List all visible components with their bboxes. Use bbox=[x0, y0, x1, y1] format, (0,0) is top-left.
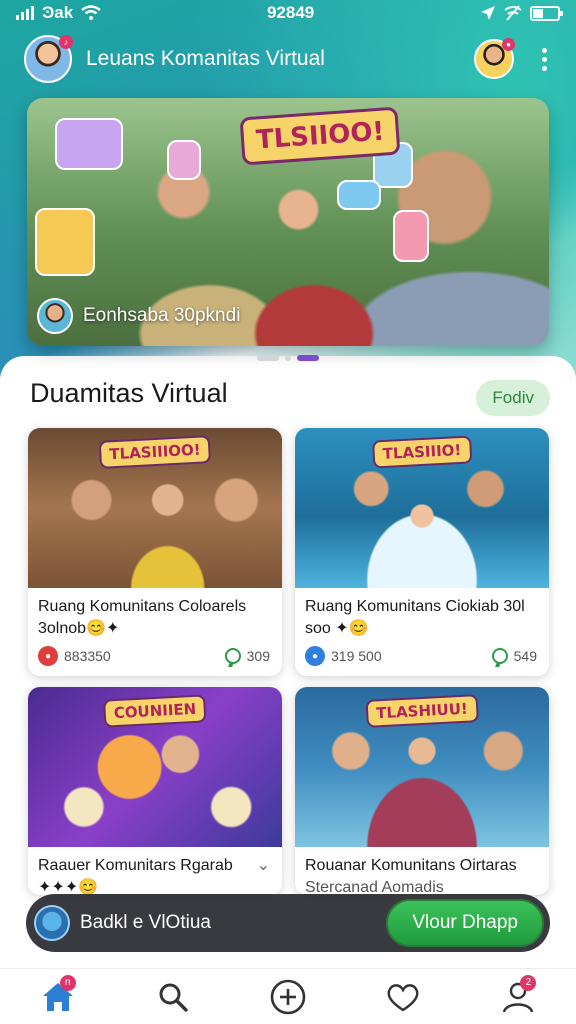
chevron-down-icon[interactable]: ⌄ bbox=[257, 847, 282, 875]
card-badge: TLASIIIOO! bbox=[98, 435, 212, 469]
carousel-dot[interactable] bbox=[285, 355, 291, 361]
comment-count: 309 bbox=[246, 648, 270, 664]
carousel-indicator bbox=[0, 355, 576, 361]
card-badge: TLASIIIO! bbox=[372, 435, 472, 469]
cartoon-sticker-icon bbox=[337, 180, 381, 210]
cta-bar: Badkl e VlOtiua Vlour Dhapp bbox=[26, 894, 550, 952]
community-card-image: TLASHIUU! bbox=[295, 687, 549, 847]
community-card-image: COUNIIEN bbox=[28, 687, 282, 847]
hero-caption-text: Eonhsaba 30pkndi bbox=[83, 305, 241, 326]
location-arrow-icon bbox=[481, 6, 495, 20]
battery-icon bbox=[530, 5, 563, 21]
home-badge: n bbox=[59, 974, 76, 991]
community-card[interactable]: TLASIIIOO! Ruang Komunitans Coloarels 3o… bbox=[28, 428, 282, 676]
chat-bubble-icon bbox=[224, 648, 241, 664]
nav-create[interactable] bbox=[258, 969, 318, 1024]
community-card[interactable]: TLASIIIO! Ruang Komunitans Ciokiab 30l s… bbox=[295, 428, 549, 676]
more-options-icon[interactable] bbox=[532, 47, 556, 71]
cartoon-sticker-icon bbox=[393, 210, 429, 262]
message-icon: ● bbox=[305, 646, 325, 666]
community-card-image: TLASIIIOO! bbox=[28, 428, 282, 588]
community-card[interactable]: COUNIIEN Raauer Komunitars Rgarab ✦✦✦😊 ⌄ bbox=[28, 687, 282, 895]
card-meta: ● 883350 309 bbox=[28, 640, 282, 676]
search-icon bbox=[159, 983, 188, 1012]
status-bar: Ͽak 92849 bbox=[0, 0, 576, 26]
app-title: Leuans Komanitas Virtual bbox=[86, 47, 325, 70]
nav-profile[interactable]: 2 bbox=[488, 969, 548, 1024]
community-card-title: Rouanar Komunitans Oirtaras bbox=[305, 857, 517, 874]
cartoon-sticker-icon bbox=[55, 118, 123, 170]
filter-chip[interactable]: Fodiv bbox=[476, 380, 550, 416]
nav-favorites[interactable] bbox=[373, 969, 433, 1024]
section-title: Duamitas Virtual bbox=[30, 378, 228, 408]
chat-bubble-icon bbox=[491, 648, 508, 664]
member-count: 883350 bbox=[64, 648, 111, 664]
profile-badge: 2 bbox=[520, 974, 537, 991]
nav-search[interactable] bbox=[143, 969, 203, 1024]
card-badge: COUNIIEN bbox=[103, 694, 207, 728]
bottom-navigation: n 2 bbox=[0, 968, 576, 1024]
cta-button[interactable]: Vlour Dhapp bbox=[386, 899, 544, 947]
hero-banner[interactable]: TLSIIOO! Eonhsaba 30pkndi bbox=[27, 98, 549, 346]
hero-caption: Eonhsaba 30pkndi bbox=[37, 298, 240, 334]
user-avatar[interactable]: ♪ bbox=[24, 35, 73, 83]
community-card-title: Ruang Komunitans Ciokiab 30l soo ✦😊 bbox=[305, 598, 525, 637]
hero-avatar bbox=[37, 298, 73, 334]
avatar-notification-badge: ♪ bbox=[59, 35, 73, 49]
member-count: 319 500 bbox=[331, 648, 382, 664]
community-card[interactable]: TLASHIUU! Rouanar Komunitans Oirtaras St… bbox=[295, 687, 549, 895]
carousel-dot-active[interactable] bbox=[297, 355, 319, 361]
nav-home[interactable]: n bbox=[28, 969, 88, 1024]
friend-avatar[interactable]: ● bbox=[474, 38, 515, 79]
carrier-label: Ͽak bbox=[42, 3, 74, 22]
signal-icon bbox=[16, 6, 34, 20]
wifi-off-icon bbox=[504, 5, 522, 21]
cta-avatar bbox=[34, 905, 70, 941]
wifi-icon bbox=[81, 5, 101, 20]
card-meta: ● 319 500 549 bbox=[295, 640, 549, 676]
friend-avatar-badge: ● bbox=[502, 38, 515, 51]
comment-count: 549 bbox=[513, 648, 537, 664]
community-card-subtitle: Stercanad Aomadis bbox=[305, 879, 444, 895]
carousel-dot[interactable] bbox=[257, 355, 279, 361]
community-card-title: Raauer Komunitars Rgarab ✦✦✦😊 bbox=[38, 857, 233, 895]
community-card-title: Ruang Komunitans Coloarels 3olnob😊✦ bbox=[38, 598, 247, 637]
app-header: ♪ Leuans Komanitas Virtual ● bbox=[24, 34, 556, 84]
community-card-image: TLASIIIO! bbox=[295, 428, 549, 588]
cartoon-sticker-icon bbox=[167, 140, 201, 180]
live-icon: ● bbox=[38, 646, 58, 666]
status-time: 92849 bbox=[266, 3, 315, 22]
heart-icon bbox=[387, 983, 419, 1011]
card-badge: TLASHIUU! bbox=[365, 694, 479, 728]
cta-text: Badkl e VlOtiua bbox=[80, 912, 211, 933]
cartoon-sticker-icon bbox=[35, 208, 95, 276]
add-circle-icon bbox=[270, 979, 306, 1014]
